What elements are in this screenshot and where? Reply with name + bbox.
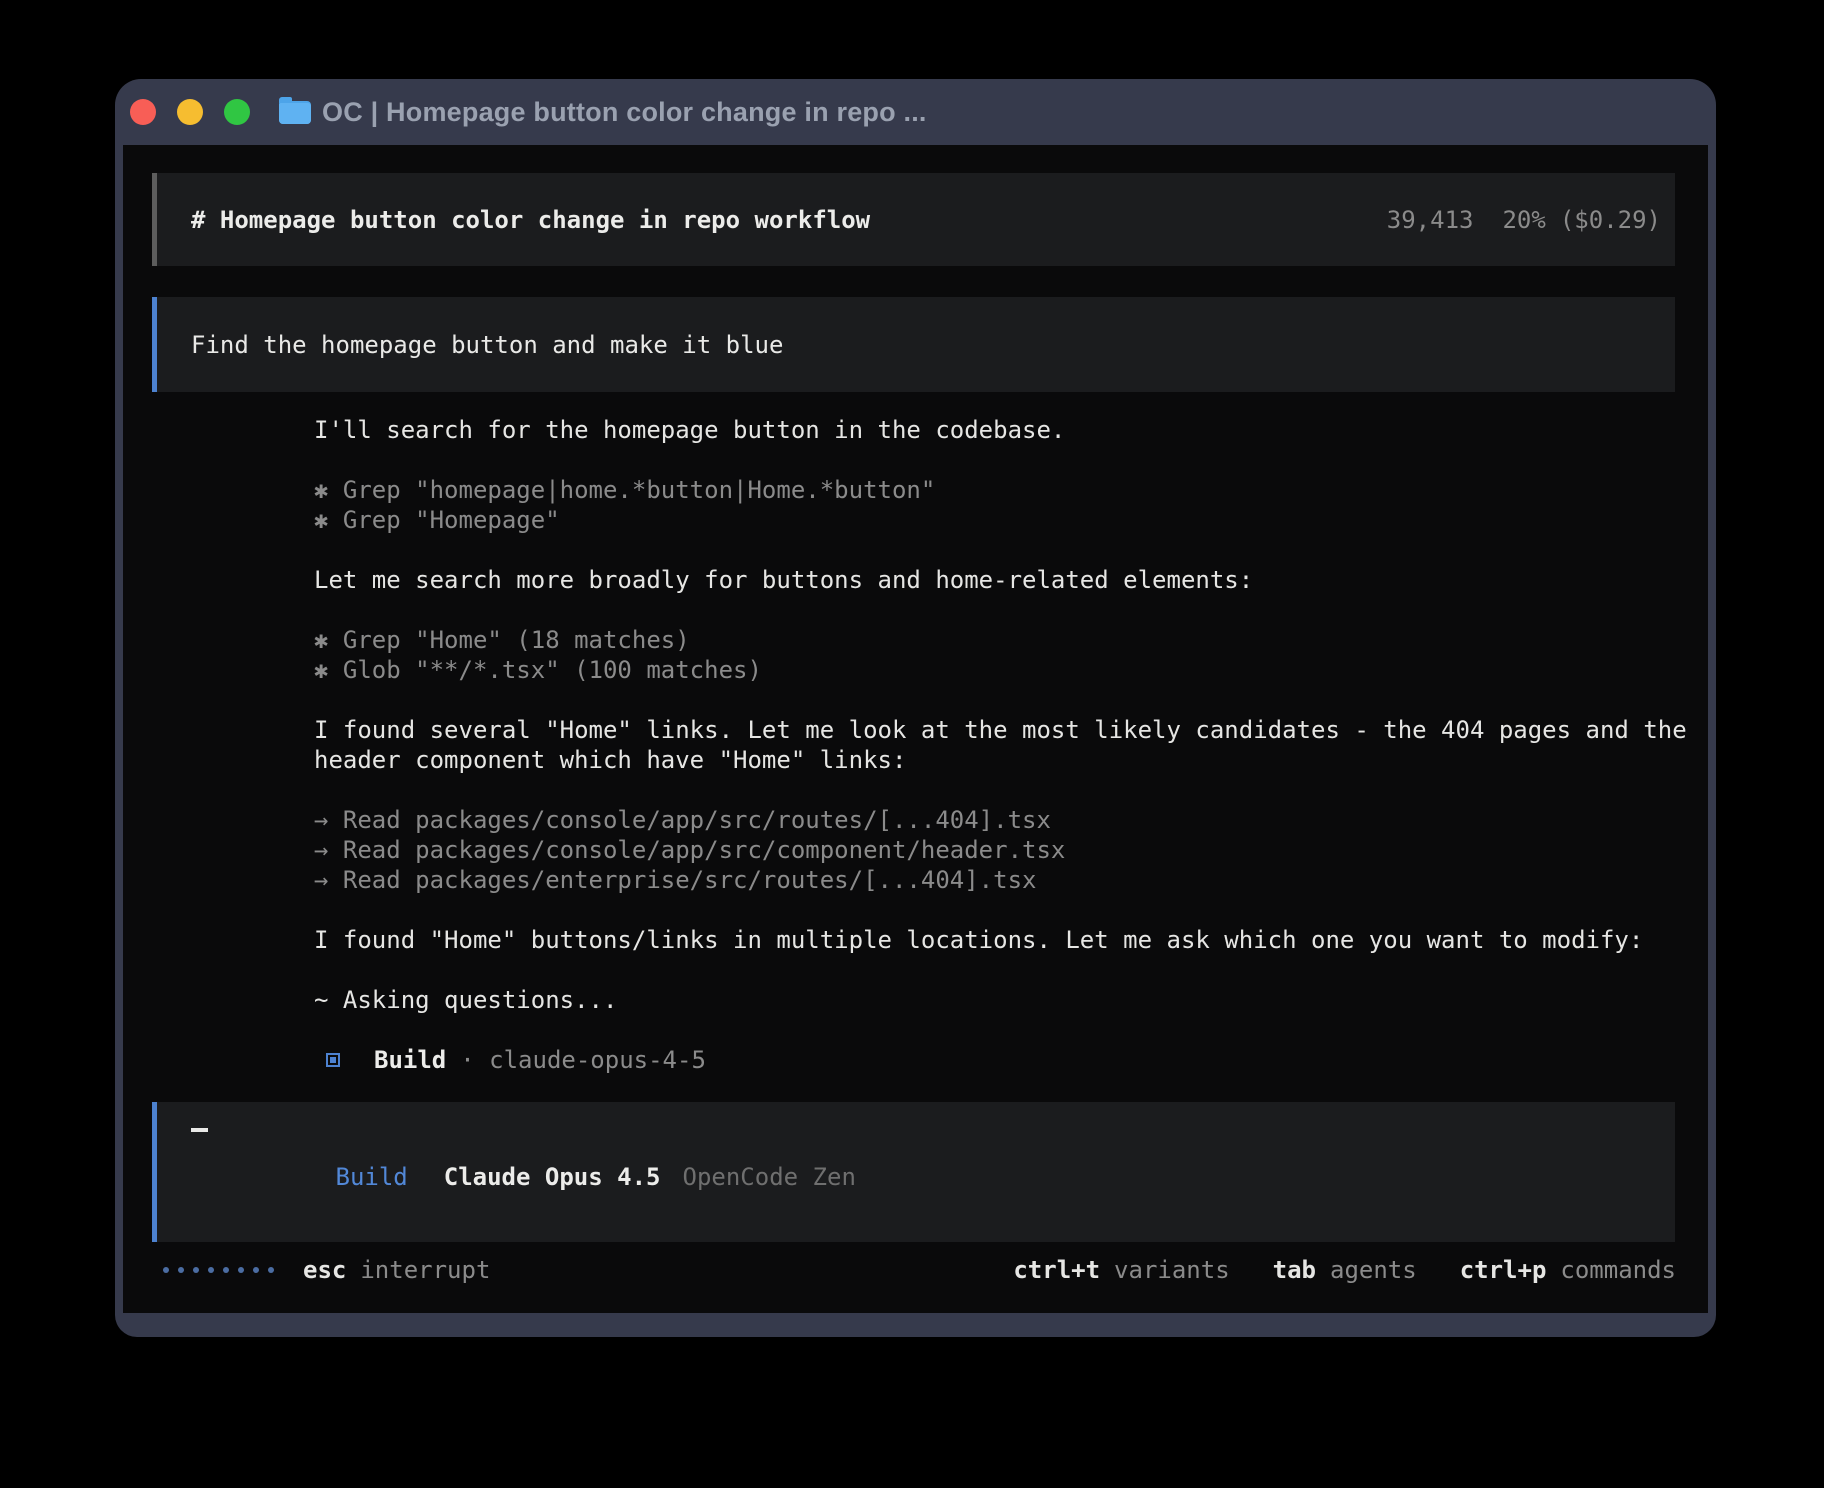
token-count: 39,413 bbox=[1387, 206, 1474, 234]
input-status-row: Build Claude Opus 4.5 OpenCode Zen bbox=[191, 1132, 1641, 1222]
context-percent: 20% bbox=[1502, 206, 1545, 234]
tool-call-line: → Read packages/console/app/src/componen… bbox=[314, 835, 1675, 865]
shortcut-variants[interactable]: ctrl+t variants bbox=[1013, 1256, 1229, 1284]
blank-line bbox=[314, 775, 1675, 805]
desktop: OC | Homepage button color change in rep… bbox=[0, 0, 1824, 1488]
agent-mode-label[interactable]: Build bbox=[336, 1163, 408, 1191]
user-message: Find the homepage button and make it blu… bbox=[152, 297, 1675, 392]
shortcut-key: ctrl+t bbox=[1013, 1256, 1100, 1284]
tool-call-line: ✱ Glob "**/*.tsx" (100 matches) bbox=[314, 655, 1675, 685]
agent-model: · claude-opus-4-5 bbox=[460, 1045, 706, 1075]
blank-line bbox=[314, 895, 1675, 925]
blank-line bbox=[314, 1015, 1675, 1045]
blank-line bbox=[314, 445, 1675, 475]
terminal-content: # Homepage button color change in repo w… bbox=[123, 145, 1708, 1313]
agent-name: Build bbox=[374, 1045, 446, 1075]
window-title: OC | Homepage button color change in rep… bbox=[322, 97, 927, 128]
user-message-text: Find the homepage button and make it blu… bbox=[191, 331, 783, 359]
close-button[interactable] bbox=[130, 99, 156, 125]
status-bar-shortcuts: ctrl+t variants tab agents ctrl+p commands bbox=[970, 1256, 1676, 1284]
assistant-text-line: header component which have "Home" links… bbox=[314, 745, 1675, 775]
blank-line bbox=[314, 955, 1675, 985]
shortcut-key: ctrl+p bbox=[1460, 1256, 1547, 1284]
tool-call-line: → Read packages/enterprise/src/routes/[.… bbox=[314, 865, 1675, 895]
tool-call-line: ✱ Grep "Homepage" bbox=[314, 505, 1675, 535]
session-header: # Homepage button color change in repo w… bbox=[152, 173, 1675, 266]
spinner-dot bbox=[208, 1267, 214, 1273]
tool-call-line: ✱ Grep "homepage|home.*button|Home.*butt… bbox=[314, 475, 1675, 505]
shortcut-label: variants bbox=[1114, 1256, 1230, 1284]
spinner-dot bbox=[193, 1267, 199, 1273]
assistant-text-line: ~ Asking questions... bbox=[314, 985, 1675, 1015]
zoom-button[interactable] bbox=[224, 99, 250, 125]
prompt-input[interactable]: Build Claude Opus 4.5 OpenCode Zen bbox=[152, 1102, 1675, 1242]
status-bar: esc interrupt ctrl+tvariantstabagentsctr… bbox=[163, 1256, 1676, 1284]
provider-name: OpenCode Zen bbox=[683, 1163, 856, 1191]
shortcut-key: tab bbox=[1273, 1256, 1316, 1284]
spinner-dot bbox=[238, 1267, 244, 1273]
spinner-dot bbox=[163, 1267, 169, 1273]
session-title: # Homepage button color change in repo w… bbox=[191, 206, 870, 234]
model-name[interactable]: Claude Opus 4.5 bbox=[444, 1163, 661, 1191]
spinner-dot bbox=[178, 1267, 184, 1273]
assistant-text-line: I'll search for the homepage button in t… bbox=[314, 415, 1675, 445]
agent-icon bbox=[326, 1053, 340, 1067]
terminal-window: OC | Homepage button color change in rep… bbox=[115, 79, 1716, 1337]
agent-status-line: Build · claude-opus-4-5 bbox=[314, 1045, 1675, 1075]
shortcut-label: commands bbox=[1560, 1256, 1676, 1284]
blank-line bbox=[314, 685, 1675, 715]
shortcut-label: agents bbox=[1330, 1256, 1417, 1284]
minimize-button[interactable] bbox=[177, 99, 203, 125]
blank-line bbox=[314, 595, 1675, 625]
window-titlebar: OC | Homepage button color change in rep… bbox=[115, 79, 1716, 145]
spinner-dot bbox=[268, 1267, 274, 1273]
spinner-dot bbox=[253, 1267, 259, 1273]
interrupt-label: interrupt bbox=[360, 1256, 490, 1284]
blank-line bbox=[314, 535, 1675, 565]
tool-call-line: → Read packages/console/app/src/routes/[… bbox=[314, 805, 1675, 835]
assistant-text-line: I found several "Home" links. Let me loo… bbox=[314, 715, 1675, 745]
assistant-transcript: I'll search for the homepage button in t… bbox=[314, 415, 1675, 1075]
tool-call-line: ✱ Grep "Home" (18 matches) bbox=[314, 625, 1675, 655]
shortcut-commands[interactable]: ctrl+p commands bbox=[1460, 1256, 1676, 1284]
spinner-dot bbox=[223, 1267, 229, 1273]
shortcut-agents[interactable]: tab agents bbox=[1273, 1256, 1417, 1284]
session-stats: 39,413 20% ($0.29) bbox=[1387, 206, 1661, 234]
interrupt-key[interactable]: esc bbox=[303, 1256, 346, 1284]
spinner-dots-icon bbox=[163, 1267, 283, 1273]
session-cost: ($0.29) bbox=[1560, 206, 1661, 234]
assistant-text-line: Let me search more broadly for buttons a… bbox=[314, 565, 1675, 595]
assistant-text-line: I found "Home" buttons/links in multiple… bbox=[314, 925, 1675, 955]
folder-icon bbox=[279, 101, 311, 124]
status-bar-left: esc interrupt bbox=[163, 1256, 490, 1284]
